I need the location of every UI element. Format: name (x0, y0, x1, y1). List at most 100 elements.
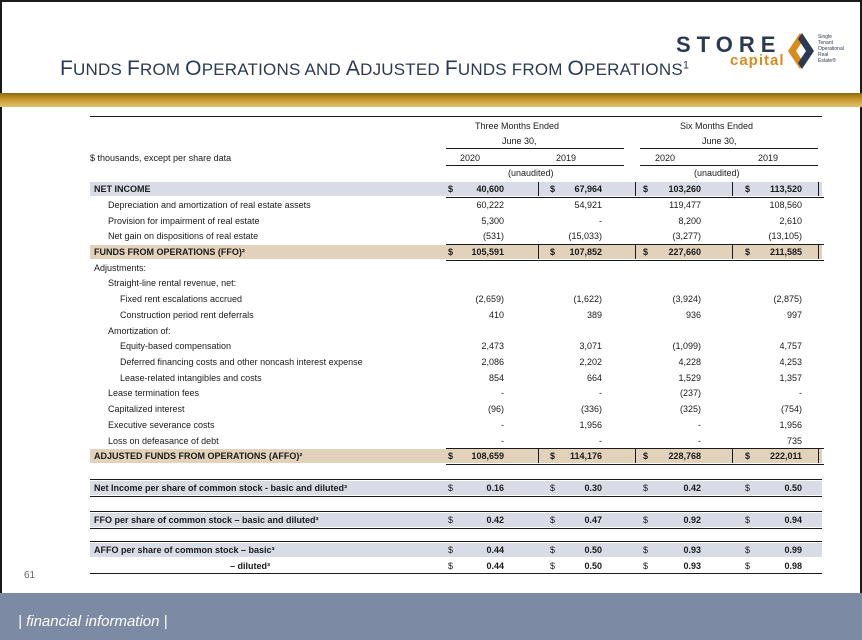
row-label: Provision for impairment of real estate (108, 216, 260, 226)
cell-value: 119,477 (669, 200, 701, 210)
year-header: 2020 (460, 153, 481, 163)
cell-value: 211,585 (769, 247, 802, 257)
cell-value: 0.98 (784, 561, 802, 571)
table-row: Deferred financing costs and other nonca… (90, 355, 822, 369)
row-label: ADJUSTED FUNDS FROM OPERATIONS (AFFO)² (94, 451, 303, 461)
table-row: Net Income per share of common stock - b… (90, 481, 822, 495)
cell-value: (2,875) (773, 294, 802, 304)
cell-value: 222,011 (769, 451, 802, 461)
cell-value: 227,660 (668, 247, 701, 257)
logo-subword: capital (730, 52, 785, 69)
cell-value: 60,222 (476, 200, 504, 210)
table-row: NET INCOME $40,600 $67,964 $103,260 $113,520 (90, 182, 822, 196)
table-row: Equity-based compensation 2,473 3,071 (1,09… (90, 339, 822, 353)
cell-value: (754) (780, 404, 802, 414)
row-label: Loss on defeasance of debt (108, 436, 219, 446)
cell-value: 1,956 (579, 420, 602, 430)
cell-value: 2,202 (579, 357, 602, 367)
table-row: FUNDS FROM OPERATIONS (FFO)² $105,591 $107… (90, 245, 822, 259)
table-row: Net gain on dispositions of real estate (… (90, 229, 822, 243)
table-row: ADJUSTED FUNDS FROM OPERATIONS (AFFO)² $1… (90, 449, 822, 463)
row-label: Lease termination fees (108, 388, 200, 398)
table-row: Capitalized interest (96) (336) (325) (754) (90, 402, 822, 416)
row-label: Net Income per share of common stock - b… (94, 483, 348, 493)
cell-value: - (501, 388, 504, 398)
cell-value: 108,560 (769, 200, 802, 210)
row-label: Net gain on dispositions of real estate (108, 231, 259, 241)
row-label: FUNDS FROM OPERATIONS (FFO)² (94, 247, 245, 257)
cell-value: 0.93 (683, 545, 701, 555)
cell-value: 2,086 (481, 357, 504, 367)
cell-value: 0.44 (486, 545, 504, 555)
row-label: Fixed rent escalations accrued (120, 294, 243, 304)
cell-value: - (698, 436, 701, 446)
cell-value: 4,253 (779, 357, 802, 367)
cell-value: 4,228 (678, 357, 701, 367)
cell-value: 105,591 (471, 247, 504, 257)
cell-value: - (599, 436, 602, 446)
cell-value: 0.16 (486, 483, 504, 493)
units-label: $ thousands, except per share data (90, 153, 232, 163)
three-months-header: Three Months Ended (475, 121, 560, 131)
cell-value: 0.50 (584, 561, 602, 571)
cell-value: 0.50 (584, 545, 602, 555)
cell-value: (1,622) (573, 294, 602, 304)
logo-tagline: Single Tenant Operational Real Estate® (818, 34, 844, 64)
cell-value: - (698, 420, 701, 430)
cell-value: 0.42 (486, 515, 504, 525)
table-row: Provision for impairment of real estate 5… (90, 214, 822, 228)
cell-value: - (599, 388, 602, 398)
six-months-date: June 30, (702, 136, 737, 146)
row-label: NET INCOME (94, 184, 151, 194)
cell-value: 0.99 (784, 545, 802, 555)
cell-value: 1,357 (779, 373, 802, 383)
row-label: Depreciation and amortization of real es… (108, 200, 311, 210)
cell-value: 0.94 (784, 515, 802, 525)
cell-value: (237) (679, 388, 701, 398)
cell-value: (13,105) (768, 231, 802, 241)
row-label: Deferred financing costs and other nonca… (120, 357, 363, 367)
table-row: Fixed rent escalations accrued (2,659) (1,… (90, 292, 822, 306)
store-capital-logo: STORE capital Single Tenant Operational … (672, 32, 852, 76)
row-label: Straight-line rental revenue, net: (108, 278, 237, 288)
cell-value: (336) (580, 404, 602, 414)
table-row: Lease termination fees - - (237) - (90, 386, 822, 400)
table-row: Construction period rent deferrals 410 389… (90, 308, 822, 322)
cell-value: 0.92 (683, 515, 701, 525)
cell-value: 8,200 (678, 216, 701, 226)
cell-value: (2,659) (475, 294, 504, 304)
cell-value: - (799, 388, 802, 398)
cell-value: 0.93 (683, 561, 701, 571)
table-row: FFO per share of common stock – basic an… (90, 513, 822, 527)
cell-value: 54,921 (574, 200, 602, 210)
table-row: – diluted³ $0.44 $0.50 $0.93 $0.98 (90, 559, 822, 573)
unaudited-label: (unaudited) (508, 168, 554, 178)
cell-value: 389 (586, 310, 602, 320)
unaudited-label: (unaudited) (694, 168, 740, 178)
cell-value: 67,964 (574, 184, 602, 194)
cell-value: 0.47 (584, 515, 602, 525)
footer-bar: | financial information | (0, 593, 862, 640)
cell-value: 228,768 (668, 451, 701, 461)
table-row: Lease-related intangibles and costs 854 66… (90, 371, 822, 385)
row-label: Lease-related intangibles and costs (120, 373, 262, 383)
cell-value: 936 (685, 310, 701, 320)
row-label: – diluted³ (230, 561, 270, 571)
cell-value: 5,300 (481, 216, 504, 226)
row-label: Capitalized interest (108, 404, 185, 414)
cell-value: (325) (679, 404, 701, 414)
cell-value: 1,956 (779, 420, 802, 430)
cell-value: (1,099) (672, 341, 701, 351)
cell-value: 103,260 (668, 184, 701, 194)
cell-value: 40,600 (476, 184, 504, 194)
cell-value: 0.30 (584, 483, 602, 493)
cell-value: 0.44 (486, 561, 504, 571)
cell-value: 114,176 (569, 451, 602, 461)
table-row: Loss on defeasance of debt - - - 735 (90, 434, 822, 448)
row-label: Equity-based compensation (120, 341, 232, 351)
cell-value: - (501, 420, 504, 430)
cell-value: 735 (786, 436, 802, 446)
table-row: Amortization of: (90, 324, 822, 338)
row-label: Executive severance costs (108, 420, 215, 430)
year-header: 2019 (758, 153, 779, 163)
